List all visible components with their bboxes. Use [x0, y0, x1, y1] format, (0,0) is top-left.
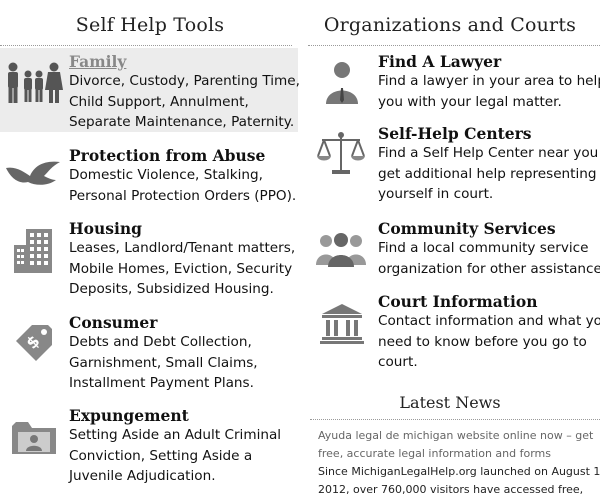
- courthouse-icon: [320, 302, 364, 344]
- housing-title[interactable]: Housing: [69, 219, 295, 238]
- family-desc-line: Separate Maintenance, Paternity.: [69, 114, 295, 130]
- community-services-desc-line: Find a local community service: [378, 240, 589, 256]
- find-a-lawyer-desc-line: Find a lawyer in your area to help: [378, 73, 600, 89]
- news-headline-line[interactable]: free, accurate legal information and for…: [318, 445, 600, 463]
- family-icon: [4, 62, 64, 108]
- dove-icon: [4, 158, 62, 188]
- self-help-tools-column: Self Help Tools Family Divorce, Custody,…: [0, 0, 300, 500]
- community-services-desc-line: organization for other assistance.: [378, 260, 600, 277]
- news-headline-link[interactable]: Ayuda legal de michigan website online n…: [318, 427, 600, 463]
- protection-desc-line: Domestic Violence, Stalking,: [69, 167, 263, 183]
- housing-desc-line: Mobile Homes, Eviction, Security: [69, 260, 293, 277]
- expungement-desc-line: Conviction, Setting Aside a: [69, 447, 253, 464]
- latest-news-heading: Latest News: [399, 393, 501, 412]
- self-help-centers-desc-line: yourself in court.: [378, 186, 494, 202]
- consumer-title[interactable]: Consumer: [69, 313, 258, 332]
- family-desc-line: Child Support, Annulment,: [69, 93, 249, 110]
- expungement-desc-line: Setting Aside an Adult Criminal: [69, 427, 282, 443]
- folder-icon: [12, 420, 58, 456]
- protection-desc-line: Personal Protection Orders (PPO).: [69, 187, 297, 204]
- self-help-centers-desc-line: get additional help representing: [378, 165, 597, 182]
- find-a-lawyer-desc-line: you with your legal matter.: [378, 93, 562, 110]
- court-information-desc-line: court.: [378, 354, 418, 370]
- lawyer-icon: [324, 60, 360, 104]
- consumer-desc-line: Debts and Debt Collection,: [69, 334, 252, 350]
- expungement-desc-line: Juvenile Adjudication.: [69, 468, 216, 484]
- community-services-title[interactable]: Community Services: [378, 219, 600, 238]
- people-icon: [314, 231, 368, 267]
- divider: [310, 419, 600, 420]
- self-help-centers-desc-line: Find a Self Help Center near you to: [378, 145, 600, 161]
- court-information-desc-line: Contact information and what you: [378, 313, 600, 329]
- court-information-title[interactable]: Court Information: [378, 292, 600, 311]
- organizations-courts-column: Organizations and Courts Find A Lawyer F…: [300, 0, 600, 500]
- housing-desc-line: Deposits, Subsidized Housing.: [69, 281, 274, 297]
- divider: [308, 45, 600, 46]
- find-a-lawyer-title[interactable]: Find A Lawyer: [378, 52, 600, 71]
- self-help-tools-heading: Self Help Tools: [75, 14, 225, 36]
- family-title[interactable]: Family: [69, 52, 300, 71]
- self-help-centers-title[interactable]: Self-Help Centers: [378, 124, 600, 143]
- price-tag-icon: $: [12, 321, 56, 365]
- news-body-line: 2012, over 760,000 visitors have accesse…: [318, 483, 584, 496]
- consumer-desc-line: Installment Payment Plans.: [69, 375, 254, 391]
- divider: [0, 45, 292, 46]
- news-headline-line[interactable]: Ayuda legal de michigan website online n…: [318, 427, 600, 445]
- news-body: Since MichiganLegalHelp.org launched on …: [318, 463, 600, 499]
- housing-desc-line: Leases, Landlord/Tenant matters,: [69, 240, 296, 256]
- family-desc-line: Divorce, Custody, Parenting Time,: [69, 73, 300, 89]
- expungement-title[interactable]: Expungement: [69, 406, 281, 425]
- court-information-desc-line: need to know before you go to: [378, 333, 587, 350]
- scales-icon: [316, 130, 366, 176]
- building-icon: [14, 229, 54, 273]
- organizations-courts-heading: Organizations and Courts: [323, 14, 577, 36]
- consumer-desc-line: Garnishment, Small Claims,: [69, 354, 258, 371]
- protection-title[interactable]: Protection from Abuse: [69, 146, 296, 165]
- news-body-line: Since MichiganLegalHelp.org launched on …: [318, 465, 600, 478]
